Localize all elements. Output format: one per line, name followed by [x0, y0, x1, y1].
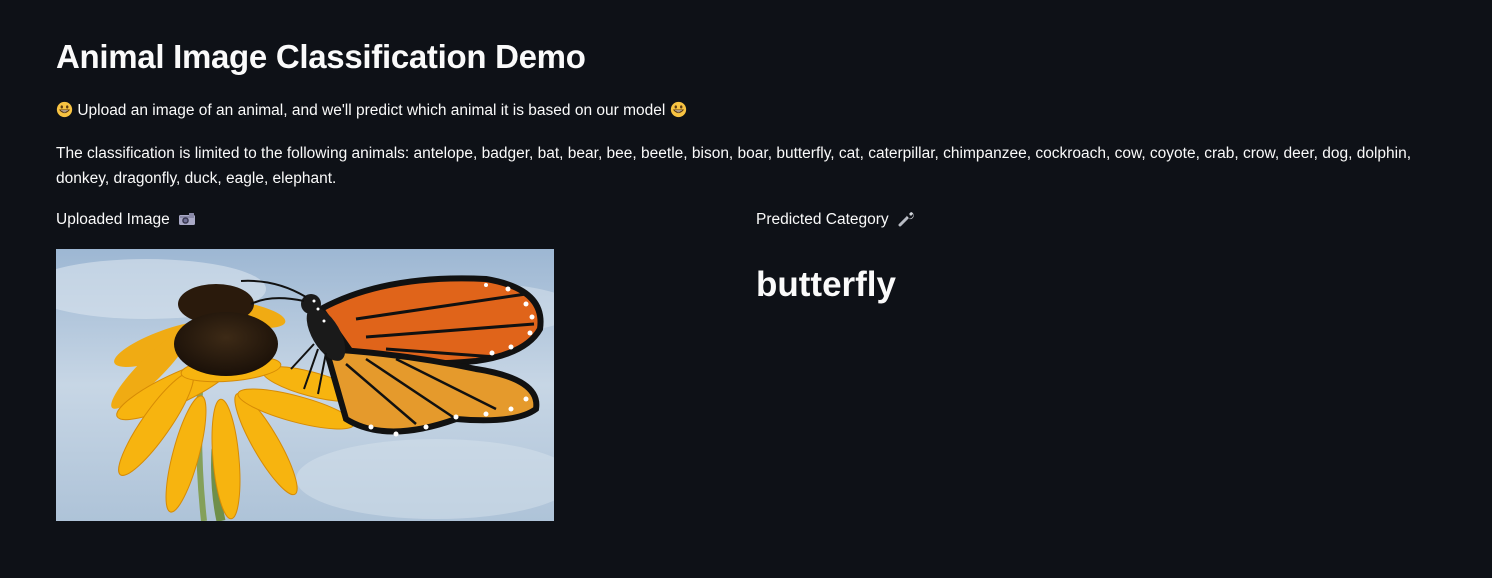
page-title: Animal Image Classification Demo — [56, 38, 586, 75]
predicted-category-value: butterfly — [756, 265, 896, 304]
classification-limits-text: The classification is limited to the fol… — [56, 145, 1412, 187]
butterfly-photo — [56, 249, 554, 521]
intro-text-line: Upload an image of an animal, and we'll … — [56, 100, 687, 122]
uploaded-image-label: Uploaded Image — [56, 209, 196, 231]
grinning-face-icon — [670, 101, 686, 118]
camera-icon — [179, 213, 196, 225]
uploaded-image-label-text: Uploaded Image — [56, 211, 170, 228]
predicted-category-label-text: Predicted Category — [756, 211, 889, 228]
uploaded-image — [56, 249, 554, 521]
wrench-icon — [898, 212, 914, 227]
predicted-category-label: Predicted Category — [756, 209, 915, 231]
grinning-face-icon — [56, 101, 73, 118]
app-main: Animal Image Classification Demo Upload … — [0, 0, 1492, 578]
intro-text: Upload an image of an animal, and we'll … — [77, 102, 666, 119]
